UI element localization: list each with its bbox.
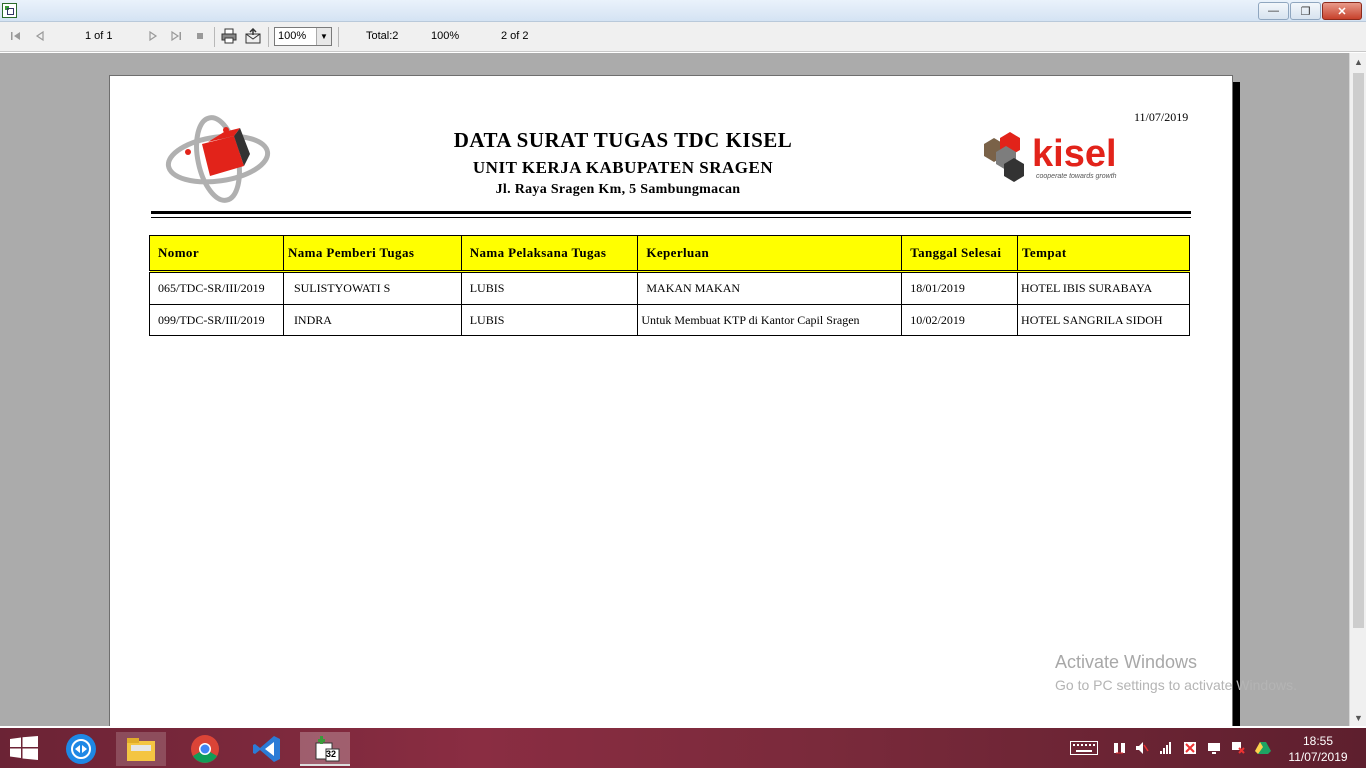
file-explorer-icon[interactable] xyxy=(116,732,166,766)
report-viewer: 11/07/2019 DATA SURAT TUGAS TDC KISEL UN… xyxy=(0,53,1349,726)
window-controls: — ❐ ✕ xyxy=(1258,2,1362,20)
cell-pemberi: SULISTYOWATI S xyxy=(282,271,462,305)
cell-keperluan: Untuk Membuat KTP di Kantor Capil Sragen xyxy=(637,304,903,336)
activation-watermark-text: Go to PC settings to activate Windows. xyxy=(1055,677,1297,693)
print-icon[interactable] xyxy=(221,28,237,44)
last-page-icon[interactable] xyxy=(170,28,182,44)
kisel-logo: kisel cooperate towards growth xyxy=(984,132,1117,182)
teamviewer-icon[interactable] xyxy=(56,732,106,766)
column-header: Tempat xyxy=(1017,235,1190,273)
keyboard-icon[interactable] xyxy=(1070,740,1098,756)
cell-tanggal: 18/01/2019 xyxy=(901,271,1019,305)
cell-nomor: 065/TDC-SR/III/2019 xyxy=(149,271,284,305)
scroll-up-icon[interactable]: ▲ xyxy=(1350,53,1366,70)
volume-muted-icon[interactable] xyxy=(1134,740,1150,756)
toolbar-separator xyxy=(338,27,339,47)
minimize-button[interactable]: — xyxy=(1258,2,1289,20)
scrollbar-thumb[interactable] xyxy=(1353,73,1364,628)
signal-icon[interactable] xyxy=(1158,740,1174,756)
cell-tempat: HOTEL IBIS SURABAYA xyxy=(1017,271,1190,305)
taskbar: 32 18:55 11/07/2019 xyxy=(0,728,1366,768)
cell-tanggal: 10/02/2019 xyxy=(901,304,1019,336)
page-indicator: 1 of 1 xyxy=(85,30,113,42)
report-date: 11/07/2019 xyxy=(1134,110,1189,124)
windows-start-icon[interactable] xyxy=(10,736,38,760)
header-rule-thick xyxy=(151,211,1191,214)
report-app-taskbar-button[interactable]: 32 xyxy=(300,732,350,766)
vscode-icon[interactable] xyxy=(242,732,292,766)
toolbar-separator xyxy=(214,27,215,47)
first-page-icon[interactable] xyxy=(10,28,22,44)
column-header: Tanggal Selesai xyxy=(901,235,1019,273)
header-rule-thin xyxy=(151,217,1191,218)
kisel-logo-tagline: cooperate towards growth xyxy=(1036,173,1117,180)
chrome-icon[interactable] xyxy=(180,732,230,766)
total-records: Total:2 xyxy=(366,30,399,42)
activation-watermark-title: Activate Windows xyxy=(1055,652,1198,672)
app-badge: 32 xyxy=(326,749,337,759)
table-row: 099/TDC-SR/III/2019 INDRA LUBIS Untuk Me… xyxy=(149,304,1190,336)
scroll-down-icon[interactable]: ▼ xyxy=(1350,709,1366,726)
column-header: Nama Pemberi Tugas xyxy=(282,235,462,273)
column-header: Keperluan xyxy=(637,235,903,273)
report-viewer-toolbar: 1 of 1 100% ▼ Total:2 100% 2 of 2 xyxy=(0,22,1366,52)
app-icon[interactable] xyxy=(2,3,17,18)
chevron-down-icon[interactable]: ▼ xyxy=(316,28,331,45)
clock-date[interactable]: 11/07/2019 xyxy=(1284,750,1352,764)
close-button[interactable]: ✕ xyxy=(1322,2,1362,20)
clock-time[interactable]: 18:55 xyxy=(1290,734,1346,748)
table-row: 065/TDC-SR/III/2019 SULISTYOWATI S LUBIS… xyxy=(149,271,1190,305)
drive-sync-icon[interactable] xyxy=(1255,740,1271,756)
zoom-value: 100% xyxy=(278,30,307,42)
cell-pelaksana: LUBIS xyxy=(460,304,639,336)
table-header-row: Nomor Nama Pemberi Tugas Nama Pelaksana … xyxy=(149,235,1190,273)
cell-nomor: 099/TDC-SR/III/2019 xyxy=(149,304,284,336)
action-center-alert-icon[interactable] xyxy=(1230,740,1246,756)
report-page: 11/07/2019 DATA SURAT TUGAS TDC KISEL UN… xyxy=(109,75,1233,726)
window-title-bar: — ❐ ✕ xyxy=(0,0,1366,22)
cell-pemberi: INDRA xyxy=(282,304,462,336)
zoom-select[interactable]: 100% ▼ xyxy=(274,27,332,46)
zoom-percent: 100% xyxy=(431,30,460,42)
vertical-scrollbar[interactable]: ▲ ▼ xyxy=(1349,53,1366,726)
column-header: Nomor xyxy=(149,235,284,273)
display-icon[interactable] xyxy=(1206,740,1222,756)
column-header: Nama Pelaksana Tugas xyxy=(460,235,639,273)
toolbar-separator xyxy=(268,27,269,47)
security-alert-icon[interactable] xyxy=(1182,740,1198,756)
record-count: 2 of 2 xyxy=(501,30,529,42)
cell-keperluan: MAKAN MAKAN xyxy=(637,271,903,305)
previous-page-icon[interactable] xyxy=(34,28,46,44)
network-adapter-icon[interactable] xyxy=(1112,740,1128,756)
next-page-icon[interactable] xyxy=(147,28,159,44)
stop-icon[interactable] xyxy=(194,28,206,44)
cell-tempat: HOTEL SANGRILA SIDOH xyxy=(1017,304,1190,336)
kisel-logo-text: kisel xyxy=(1032,133,1117,175)
cell-pelaksana: LUBIS xyxy=(460,271,639,305)
export-icon[interactable] xyxy=(245,28,261,44)
restore-button[interactable]: ❐ xyxy=(1290,2,1321,20)
report-table: Nomor Nama Pemberi Tugas Nama Pelaksana … xyxy=(149,235,1190,336)
